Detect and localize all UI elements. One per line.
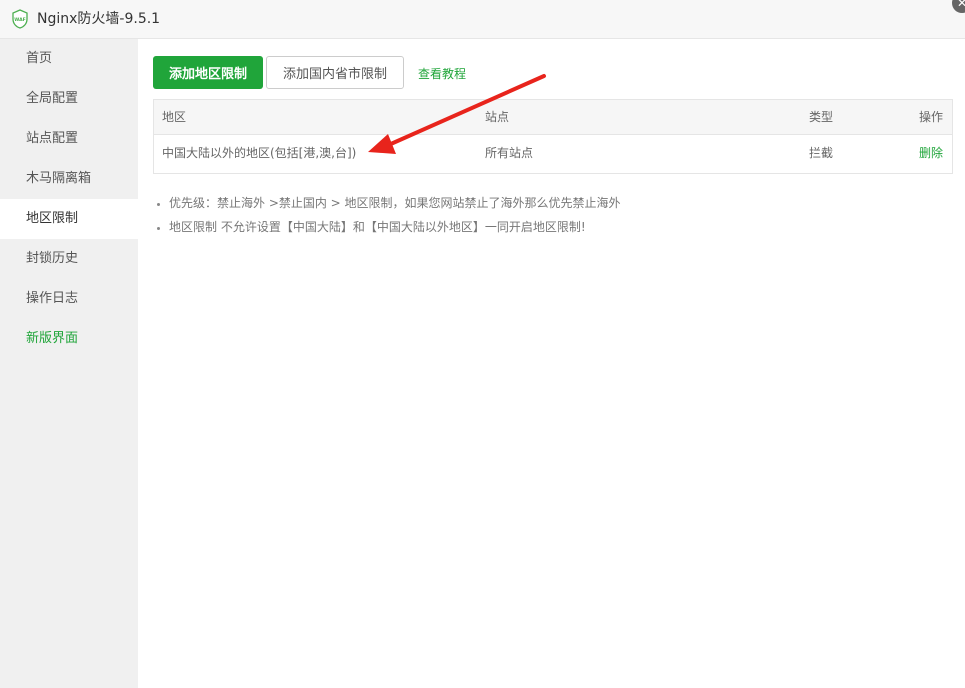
add-province-limit-button[interactable]: 添加国内省市限制 <box>266 56 404 89</box>
column-header-type: 类型 <box>809 110 834 124</box>
sidebar-item-block-history[interactable]: 封锁历史 <box>0 239 138 279</box>
svg-text:WAF: WAF <box>14 17 26 23</box>
sidebar-item-trojan-quarantine[interactable]: 木马隔离箱 <box>0 159 138 199</box>
delete-link[interactable]: 删除 <box>919 135 943 171</box>
sidebar-item-global-config[interactable]: 全局配置 <box>0 79 138 119</box>
cell-site: 所有站点 <box>485 146 534 160</box>
note-priority: 优先级：禁止海外 >禁止国内 > 地区限制，如果您网站禁止了海外那么优先禁止海外 <box>169 191 621 215</box>
window-title: Nginx防火墙-9.5.1 <box>37 11 161 27</box>
column-header-site: 站点 <box>485 110 510 124</box>
column-header-region: 地区 <box>162 110 187 124</box>
add-region-limit-button[interactable]: 添加地区限制 <box>153 56 263 89</box>
waf-shield-icon: WAF <box>12 9 28 29</box>
table-row: 中国大陆以外的地区(包括[港,澳,台]) 所有站点 拦截 删除 <box>154 135 952 173</box>
sidebar-item-operation-log[interactable]: 操作日志 <box>0 279 138 319</box>
note-restriction: 地区限制 不允许设置【中国大陆】和【中国大陆以外地区】一同开启地区限制! <box>169 215 621 239</box>
column-header-action: 操作 <box>918 110 943 124</box>
cell-region: 中国大陆以外的地区(包括[港,澳,台]) <box>162 146 357 160</box>
table-header: 地区 站点 类型 操作 <box>154 100 952 135</box>
sidebar-item-new-ui[interactable]: 新版界面 <box>0 319 138 359</box>
cell-type: 拦截 <box>809 146 834 160</box>
view-tutorial-link[interactable]: 查看教程 <box>418 65 466 82</box>
sidebar: 首页 全局配置 站点配置 木马隔离箱 地区限制 封锁历史 操作日志 新版界面 <box>0 39 138 688</box>
region-limit-table: 地区 站点 类型 操作 中国大陆以外的地区(包括[港,澳,台]) 所有站点 拦截… <box>153 99 953 174</box>
sidebar-item-region-limit[interactable]: 地区限制 <box>0 199 138 239</box>
sidebar-item-home[interactable]: 首页 <box>0 39 138 79</box>
help-notes: 优先级：禁止海外 >禁止国内 > 地区限制，如果您网站禁止了海外那么优先禁止海外… <box>153 191 621 239</box>
close-icon[interactable]: ✕ <box>952 0 965 13</box>
window-titlebar: WAF Nginx防火墙-9.5.1 ✕ <box>0 0 965 39</box>
sidebar-item-site-config[interactable]: 站点配置 <box>0 119 138 159</box>
main-content: 添加地区限制 添加国内省市限制 查看教程 地区 站点 类型 操作 中国大陆以外的… <box>138 39 965 688</box>
